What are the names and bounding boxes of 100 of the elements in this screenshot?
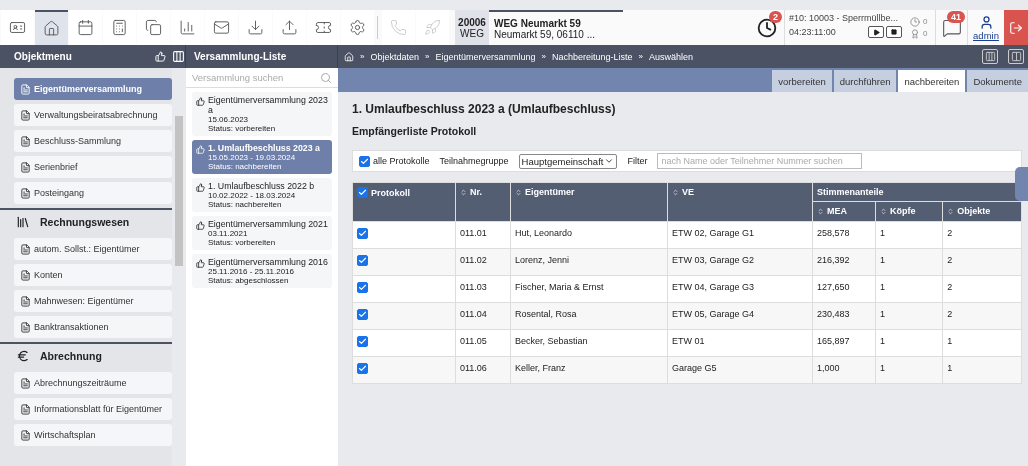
sidebar-item[interactable]: Verwaltungsbeiratsabrechnung (14, 104, 172, 126)
home-button[interactable] (35, 10, 68, 45)
sidebar-item[interactable]: Informationsblatt für Eigentümer (14, 398, 172, 420)
document-icon (20, 187, 31, 199)
object-address: Neumarkt 59, 06110 ... (494, 28, 596, 40)
upload-button[interactable] (273, 10, 306, 45)
meeting-title: Eigentümerversammlung 2016 (208, 257, 328, 267)
meeting-card[interactable]: 1. Umlaufbeschluss 2023 a 15.05.2023 - 19.03.2024 Status: nachbereiten (192, 140, 332, 174)
checkbox[interactable] (357, 254, 368, 266)
logout-icon (1009, 20, 1023, 35)
tab[interactable]: nachbereiten (898, 70, 966, 92)
document-icon (20, 135, 31, 147)
document-icon (20, 161, 31, 173)
checkbox[interactable] (357, 227, 368, 239)
table-cell: ETW 01 (667, 329, 813, 357)
chart-button[interactable] (171, 10, 204, 45)
gear-button[interactable] (341, 10, 374, 45)
play-button[interactable] (868, 26, 884, 38)
user-link[interactable]: admin (973, 29, 999, 41)
object-number: 20006 (458, 16, 486, 28)
download-button[interactable] (239, 10, 272, 45)
counter: 0 (923, 17, 928, 26)
breadcrumb-link[interactable]: Eigentümerversammlung (435, 51, 536, 62)
user-icon (978, 14, 994, 30)
columns-icon (1010, 51, 1022, 62)
checkbox[interactable] (357, 309, 368, 320)
table-cell: 1 (942, 356, 1022, 384)
document-icon (20, 269, 31, 281)
sort-icon (947, 207, 955, 215)
stop-button[interactable] (886, 26, 902, 38)
logout-button[interactable] (1004, 10, 1028, 45)
breadcrumb-separator: » (638, 52, 643, 61)
meeting-card[interactable]: 1. Umlaufbeschluss 2022 b 10.02.2022 - 18.03.2024 Status: nachbereiten (192, 178, 332, 212)
object-name: WEG Neumarkt 59 (494, 17, 582, 29)
meeting-card[interactable]: Eigentümerversammlung 2021 03.11.2021 Status: vorbereiten (192, 216, 332, 250)
sort-icon (515, 188, 522, 196)
sidebar-item[interactable]: Mahnwesen: Eigentümer (14, 290, 172, 312)
breadcrumb-separator: » (425, 52, 430, 61)
meeting-card[interactable]: Eigentümerversammlung 2023 a 15.06.2023 Status: vorbereiten (192, 92, 332, 136)
filter-input[interactable]: nach Name oder Teilnehmer Nummer suchen (657, 153, 863, 169)
copy-button[interactable] (137, 10, 170, 45)
messages-badge: 41 (947, 11, 965, 23)
timer-task: #10: 10003 - Sperrmüllbe... (789, 13, 900, 23)
breadcrumb-link[interactable]: Auswählen (648, 51, 693, 62)
meeting-dates: 03.11.2021 (208, 229, 249, 238)
table-cell: ETW 03, Garage G2 (667, 248, 813, 276)
table-cell: 1 (942, 329, 1022, 357)
meeting-dates: 25.11.2016 - 25.11.2016 (208, 267, 295, 276)
sidebar-item[interactable]: Beschluss-Sammlung (14, 130, 172, 152)
checkbox[interactable] (357, 187, 368, 198)
section-title: Abrechnung (40, 350, 102, 362)
column-header[interactable]: VE (667, 182, 813, 221)
table-cell: 011.05 (455, 329, 511, 357)
table-cell: Rosental, Rosa (510, 302, 668, 330)
column-group-header: Stimmenanteile (812, 182, 1022, 202)
home-icon[interactable] (344, 51, 354, 62)
mail-button[interactable] (205, 10, 238, 45)
checkbox-label: alle Protokolle (373, 156, 430, 166)
sidebar-item[interactable]: Abrechnungszeiträume (14, 372, 172, 394)
section-heading: Empfängerliste Protokoll (352, 125, 478, 137)
checkbox[interactable] (359, 155, 370, 167)
table-cell: 011.02 (455, 248, 511, 276)
calendar-button[interactable] (69, 10, 102, 45)
sidebar-item[interactable]: autom. Sollst.: Eigentümer (14, 238, 172, 260)
layout-button[interactable] (982, 49, 998, 64)
document-icon (20, 321, 31, 333)
sidebar-item[interactable]: Posteingang (14, 182, 172, 204)
page-heading: 1. Umlaufbeschluss 2023 a (Umlaufbeschluss) (352, 102, 617, 116)
tab[interactable]: Dokumente (967, 70, 1028, 92)
table-cell: Keller, Franz (510, 356, 668, 384)
meeting-title: Eigentümerversammlung 2021 (208, 219, 328, 229)
card-button[interactable] (1, 10, 34, 45)
sidebar-item[interactable]: Eigentümerversammlung (14, 78, 172, 100)
checkbox[interactable] (357, 281, 368, 293)
document-icon (20, 109, 31, 121)
meeting-card[interactable]: Eigentümerversammlung 2016 25.11.2016 - 25.11.2016 Status: abgeschlossen (192, 254, 332, 288)
thumbs-up-icon (196, 183, 205, 192)
column-header[interactable]: Nr. (455, 182, 511, 221)
breadcrumb-link[interactable]: Nachbereitung-Liste (551, 51, 633, 62)
meeting-title: 1. Umlaufbeschluss 2023 a (208, 143, 320, 153)
breadcrumb-link[interactable]: Objektdaten (370, 51, 419, 62)
table-cell: 1 (875, 248, 943, 276)
sidebar-item[interactable]: Banktransaktionen (14, 316, 172, 338)
group-select[interactable]: Hauptgemeinschaft (518, 153, 618, 169)
checkbox[interactable] (357, 363, 368, 375)
checkbox[interactable] (357, 336, 368, 348)
calculator-button[interactable] (103, 10, 136, 45)
column-header[interactable]: Protokoll (352, 182, 456, 221)
coupon-button[interactable] (307, 10, 340, 45)
column-header[interactable]: Eigentümer (510, 182, 668, 221)
sidebar-item[interactable]: Wirtschaftsplan (14, 424, 172, 446)
layout-button[interactable] (1008, 49, 1024, 64)
scrollbar-thumb[interactable] (175, 116, 183, 266)
panel-title: Versammlung-Liste (194, 51, 287, 62)
sidebar-item[interactable]: Konten (14, 264, 172, 286)
sidebar-item[interactable]: Serienbrief (14, 156, 172, 178)
tab[interactable]: durchführen (833, 70, 897, 92)
tab[interactable]: vorbereiten (772, 70, 832, 92)
stop-icon (891, 29, 897, 35)
table-cell: 011.04 (455, 302, 511, 330)
